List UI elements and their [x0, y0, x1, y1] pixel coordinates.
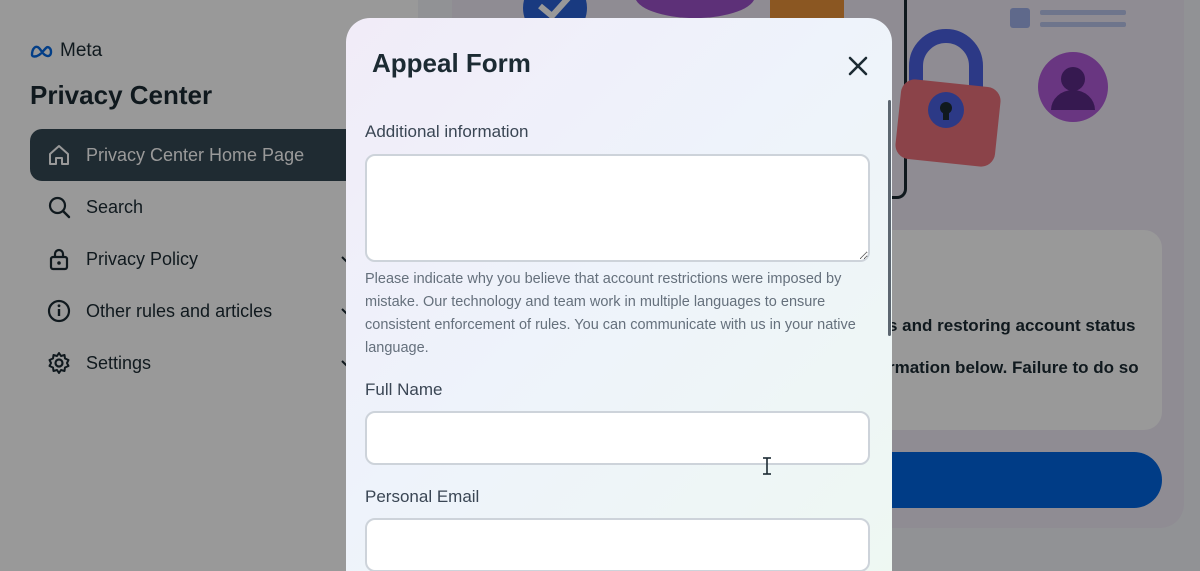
personal-email-input[interactable]	[365, 518, 870, 571]
additional-info-help-text: Please indicate why you believe that acc…	[365, 271, 856, 356]
personal-email-label: Personal Email	[365, 487, 480, 506]
close-button[interactable]	[842, 50, 874, 82]
modal-scrollbar[interactable]	[888, 100, 891, 336]
additional-info-label: Additional information	[365, 122, 529, 141]
full-name-label: Full Name	[365, 380, 443, 399]
text-cursor-icon	[763, 457, 771, 475]
close-icon	[848, 56, 868, 76]
full-name-input[interactable]	[365, 411, 870, 465]
additional-info-textarea[interactable]	[365, 154, 870, 262]
modal-title: Appeal Form	[372, 48, 531, 78]
appeal-form-modal: Appeal Form Additional information Pleas…	[346, 18, 892, 571]
